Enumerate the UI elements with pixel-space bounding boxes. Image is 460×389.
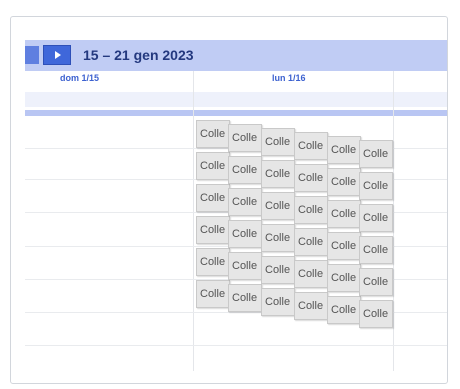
column-divider xyxy=(193,71,194,371)
calendar-event[interactable]: Colle xyxy=(261,192,295,220)
calendar-event[interactable]: Colle xyxy=(228,252,262,280)
calendar-event[interactable]: Colle xyxy=(228,284,262,312)
calendar-event[interactable]: Colle xyxy=(196,120,230,148)
calendar-event[interactable]: Colle xyxy=(228,156,262,184)
column-divider xyxy=(393,71,394,371)
calendar-event[interactable]: Colle xyxy=(359,236,393,264)
prev-week-button[interactable] xyxy=(25,46,39,64)
calendar-event[interactable]: Colle xyxy=(196,216,230,244)
calendar-event[interactable]: Colle xyxy=(261,160,295,188)
all-day-separator xyxy=(25,110,447,116)
calendar-event[interactable]: Colle xyxy=(359,204,393,232)
calendar-event[interactable]: Colle xyxy=(294,228,328,256)
calendar-event[interactable]: Colle xyxy=(261,224,295,252)
calendar-event[interactable]: Colle xyxy=(228,188,262,216)
calendar-event[interactable]: Colle xyxy=(228,220,262,248)
calendar-event[interactable]: Colle xyxy=(196,248,230,276)
calendar-event[interactable]: Colle xyxy=(294,196,328,224)
calendar-event[interactable]: Colle xyxy=(294,292,328,320)
calendar-event[interactable]: Colle xyxy=(196,152,230,180)
calendar-event[interactable]: Colle xyxy=(359,268,393,296)
all-day-row[interactable] xyxy=(25,92,447,107)
calendar-event[interactable]: Colle xyxy=(261,256,295,284)
calendar-event[interactable]: Colle xyxy=(294,164,328,192)
calendar-event[interactable]: Colle xyxy=(327,136,361,164)
calendar-event[interactable]: Colle xyxy=(327,168,361,196)
calendar-event[interactable]: Colle xyxy=(327,296,361,324)
calendar-event[interactable]: Colle xyxy=(294,132,328,160)
grid-row-line xyxy=(25,345,447,346)
calendar-header: 15 – 21 gen 2023 xyxy=(25,40,447,71)
calendar-event[interactable]: Colle xyxy=(228,124,262,152)
calendar-event[interactable]: Colle xyxy=(359,300,393,328)
calendar-event[interactable]: Colle xyxy=(327,200,361,228)
calendar-event[interactable]: Colle xyxy=(261,128,295,156)
calendar-event[interactable]: Colle xyxy=(196,280,230,308)
next-week-button[interactable] xyxy=(43,45,71,65)
calendar-event[interactable]: Colle xyxy=(327,264,361,292)
calendar-event[interactable]: Colle xyxy=(196,184,230,212)
day-header-mon[interactable]: lun 1/16 xyxy=(272,73,306,89)
date-range-title: 15 – 21 gen 2023 xyxy=(83,47,194,63)
day-header-sun[interactable]: dom 1/15 xyxy=(60,73,99,89)
calendar-event[interactable]: Colle xyxy=(327,232,361,260)
calendar-event[interactable]: Colle xyxy=(359,140,393,168)
calendar-event[interactable]: Colle xyxy=(359,172,393,200)
calendar-event[interactable]: Colle xyxy=(294,260,328,288)
calendar-event[interactable]: Colle xyxy=(261,288,295,316)
